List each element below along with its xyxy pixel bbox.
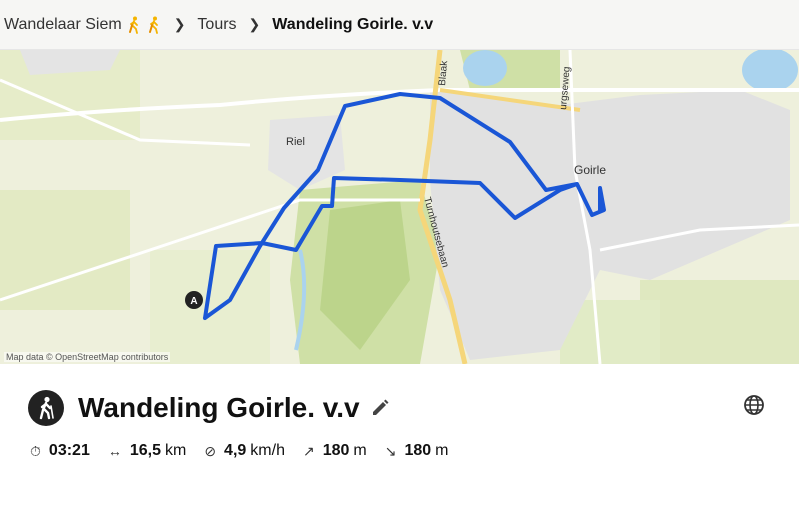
- globe-icon[interactable]: [743, 394, 765, 421]
- downhill-value: 180: [404, 442, 432, 459]
- stat-speed: ⊘ 4,9 km/h: [204, 442, 285, 460]
- map-label-goirle: Goirle: [574, 163, 606, 177]
- downhill-arrow-icon: ↘: [384, 442, 397, 459]
- uphill-arrow-icon: ↗: [302, 442, 315, 459]
- breadcrumb-current: Wandeling Goirle. v.v: [272, 15, 434, 33]
- tour-map[interactable]: Riel Goirle Blaak urgseweg Turnhoutsebaa…: [0, 50, 799, 364]
- distance-unit: km: [164, 442, 187, 459]
- hiker-emoji-icon: [148, 16, 158, 34]
- distance-value: 16,5: [129, 442, 161, 459]
- distance-arrows-icon: ↔: [107, 443, 122, 459]
- hiking-icon: [28, 390, 64, 426]
- breadcrumb: Wandelaar Siem ❯ Tours ❯ Wandeling Goirl…: [0, 0, 799, 50]
- speed-value: 4,9: [224, 442, 247, 459]
- tour-title-row: Wandeling Goirle. v.v: [28, 390, 390, 426]
- map-label-riel: Riel: [286, 136, 305, 148]
- map-canvas[interactable]: Riel Goirle Blaak urgseweg Turnhoutsebaa…: [0, 50, 799, 364]
- tour-info-panel: Wandeling Goirle. v.v ⏱ 03:21 ↔ 16,5 km …: [0, 364, 799, 507]
- start-marker[interactable]: A: [185, 291, 203, 309]
- map-attribution: Map data © OpenStreetMap contributors: [4, 352, 171, 362]
- chevron-right-icon: ❯: [248, 16, 261, 32]
- stopwatch-icon: ⏱: [30, 442, 41, 459]
- average-speed-icon: ⊘: [204, 442, 217, 459]
- uphill-value: 180: [322, 442, 350, 459]
- edit-pencil-icon[interactable]: [370, 398, 390, 418]
- tour-title: Wandeling Goirle. v.v: [78, 392, 360, 423]
- breadcrumb-user[interactable]: Wandelaar Siem: [4, 16, 122, 34]
- tour-stats: ⏱ 03:21 ↔ 16,5 km ⊘ 4,9 km/h ↗ 180 m ↘ 1…: [30, 442, 467, 460]
- hiker-emoji-icon: [128, 16, 138, 34]
- chevron-right-icon: ❯: [173, 16, 186, 32]
- stat-distance: ↔ 16,5 km: [108, 442, 186, 460]
- downhill-unit: m: [435, 442, 449, 459]
- stat-downhill: ↘ 180 m: [385, 442, 449, 460]
- duration-value: 03:21: [48, 442, 90, 459]
- breadcrumb-tours[interactable]: Tours: [197, 16, 236, 34]
- stat-uphill: ↗ 180 m: [303, 442, 367, 460]
- map-label-blaak: Blaak: [437, 59, 450, 86]
- speed-unit: km/h: [250, 442, 285, 459]
- stat-duration: ⏱ 03:21: [30, 442, 90, 460]
- uphill-unit: m: [353, 442, 367, 459]
- start-marker-label: A: [190, 296, 197, 307]
